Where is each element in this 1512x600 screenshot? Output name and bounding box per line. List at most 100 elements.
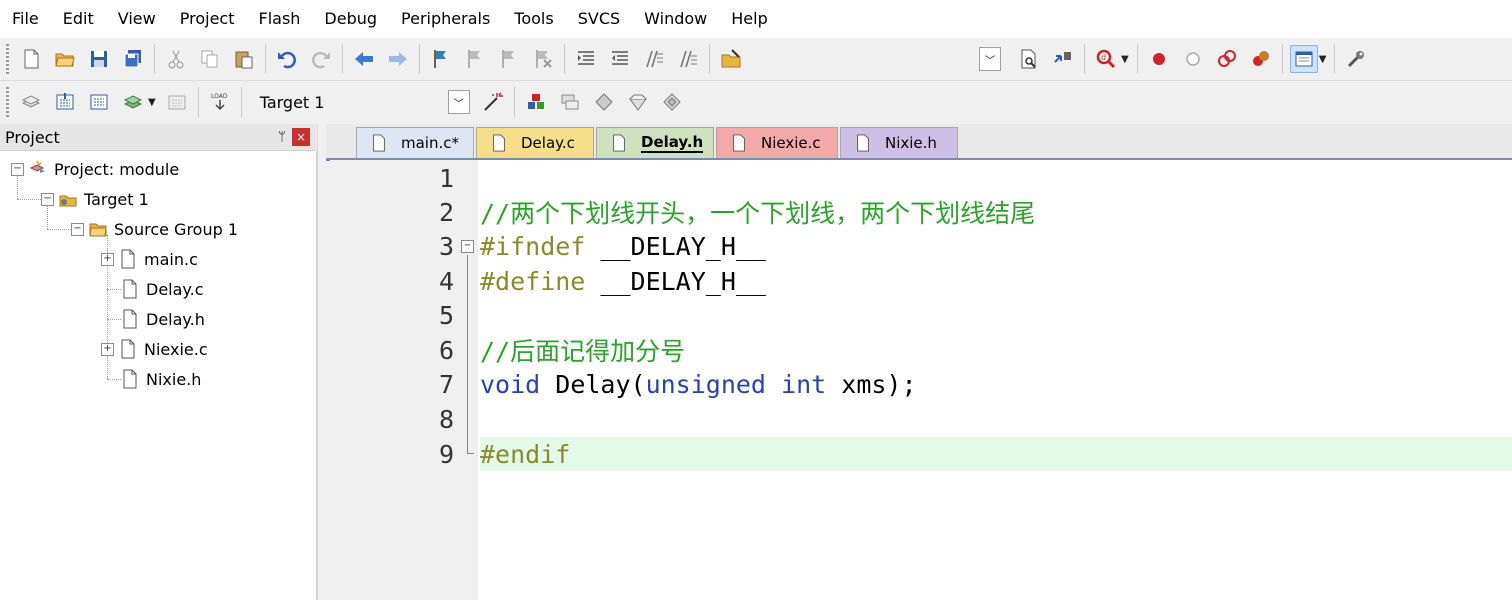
toolbar-separator (197, 87, 199, 117)
copy-button[interactable] (196, 45, 224, 73)
code-editor[interactable]: 1 2 //两个下划线开头，一个下划线，两个下划线结尾 3 − #ifndef … (330, 160, 1512, 600)
tab-delay-h[interactable]: Delay.h (596, 127, 714, 158)
clear-bookmarks-button[interactable] (529, 45, 557, 73)
pack-installer-button[interactable] (624, 88, 652, 116)
debug-session-button[interactable]: d (1092, 45, 1120, 73)
tree-item-group[interactable]: − Source Group 1 (71, 217, 238, 241)
menu-peripherals[interactable]: Peripherals (389, 0, 502, 38)
fold-collapse-icon[interactable]: − (461, 240, 474, 253)
insert-bookmark-button[interactable] (427, 45, 455, 73)
prev-bookmark-button[interactable] (461, 45, 489, 73)
save-button[interactable] (85, 45, 113, 73)
target-options-button[interactable] (479, 88, 507, 116)
cut-button[interactable] (162, 45, 190, 73)
select-packs-button[interactable] (590, 88, 618, 116)
collapse-icon[interactable]: − (41, 192, 54, 206)
menu-help[interactable]: Help (719, 0, 779, 38)
uncomment-button[interactable] (674, 45, 702, 73)
dropdown-arrow-icon[interactable]: ▼ (148, 97, 156, 108)
translate-button[interactable] (17, 88, 45, 116)
tab-delay-c[interactable]: Delay.c (476, 127, 594, 158)
build-button[interactable] (51, 88, 79, 116)
collapse-icon[interactable]: − (11, 162, 24, 176)
expand-icon[interactable]: + (101, 252, 114, 266)
undo-button[interactable] (273, 45, 301, 73)
next-bookmark-button[interactable] (495, 45, 523, 73)
project-panel-title: Project (5, 127, 60, 147)
window-layout-button[interactable] (1289, 45, 1318, 73)
download-button[interactable]: LOAD (206, 88, 234, 116)
batch-build-button[interactable] (119, 88, 147, 116)
indent-button[interactable] (572, 45, 600, 73)
tab-main-c[interactable]: main.c* (356, 127, 474, 158)
incremental-find-button[interactable] (1049, 45, 1077, 73)
enable-breakpoint-button[interactable] (1179, 45, 1207, 73)
save-all-button[interactable] (119, 45, 147, 73)
find-button[interactable] (1015, 45, 1043, 73)
code-line-8[interactable]: 8 (330, 402, 1512, 436)
panel-splitter[interactable] (317, 124, 327, 600)
rebuild-button[interactable] (85, 88, 113, 116)
tree-item-label: Source Group 1 (114, 219, 239, 239)
code-line-2[interactable]: 2 //两个下划线开头，一个下划线，两个下划线结尾 (330, 195, 1512, 229)
tab-nixie-h[interactable]: Nixie.h (840, 127, 958, 158)
configure-button[interactable] (1342, 45, 1370, 73)
menu-edit[interactable]: Edit (51, 0, 106, 38)
menu-svcs[interactable]: SVCS (566, 0, 632, 38)
menu-view[interactable]: View (106, 0, 168, 38)
comment-button[interactable] (640, 45, 668, 73)
tree-item-file[interactable]: + Niexie.c (101, 337, 208, 361)
menu-window[interactable]: Window (632, 0, 719, 38)
tree-item-file[interactable]: + main.c (101, 247, 198, 271)
manage-components-button[interactable] (556, 88, 584, 116)
manage-project-items-button[interactable] (522, 88, 550, 116)
run-time-env-button[interactable] (658, 88, 686, 116)
code-line-1[interactable]: 1 (330, 161, 1512, 195)
close-icon[interactable]: × (292, 128, 310, 146)
find-arrows-icon (1054, 52, 1071, 63)
target-select[interactable]: Target 1 ﹀ (252, 87, 470, 117)
code-line-3[interactable]: 3 − #ifndef __DELAY_H__ (330, 229, 1512, 263)
navigate-back-button[interactable] (350, 45, 378, 73)
breakpoint-icon (1152, 53, 1165, 65)
code-line-9[interactable]: 9 #endif (330, 437, 1512, 471)
dropdown-arrow-icon[interactable]: ▼ (1121, 54, 1129, 65)
menu-project[interactable]: Project (168, 0, 247, 38)
dropdown-arrow-icon[interactable]: ▼ (1319, 54, 1327, 65)
disable-breakpoints-button[interactable] (1213, 45, 1241, 73)
menu-file[interactable]: File (0, 0, 51, 38)
code-line-6[interactable]: 6 //后面记得加分号 (330, 333, 1512, 367)
find-in-files-button[interactable] (717, 45, 745, 73)
code-line-5[interactable]: 5 (330, 298, 1512, 332)
tab-niexie-c[interactable]: Niexie.c (716, 127, 838, 158)
insert-breakpoint-button[interactable] (1145, 45, 1173, 73)
bookmark-next-icon (502, 50, 514, 68)
unindent-button[interactable] (606, 45, 634, 73)
paste-button[interactable] (230, 45, 258, 73)
tree-item-label: Delay.h (146, 309, 205, 329)
menu-debug[interactable]: Debug (312, 0, 389, 38)
file-icon (120, 279, 140, 299)
collapse-icon[interactable]: − (71, 222, 84, 236)
new-file-button[interactable] (17, 45, 45, 73)
toolbar-grip[interactable] (6, 44, 9, 74)
tree-item-file[interactable]: Delay.c (120, 277, 203, 301)
menu-tools[interactable]: Tools (502, 0, 565, 38)
tree-item-file[interactable]: Nixie.h (120, 367, 201, 391)
stop-build-button[interactable] (163, 88, 191, 116)
find-combo[interactable]: ﹀ (972, 45, 1008, 73)
code-line-7[interactable]: 7 void Delay(unsigned int xms); (330, 367, 1512, 401)
redo-button[interactable] (307, 45, 335, 73)
pin-icon[interactable]: ᛘ (272, 130, 292, 145)
expand-icon[interactable]: + (101, 342, 114, 356)
gem-icon (628, 94, 647, 111)
navigate-forward-button[interactable] (384, 45, 412, 73)
kill-breakpoints-button[interactable] (1247, 45, 1275, 73)
open-file-button[interactable] (51, 45, 79, 73)
tree-item-project[interactable]: − Project: module (11, 157, 179, 181)
code-line-4[interactable]: 4 #define __DELAY_H__ (330, 264, 1512, 298)
toolbar-grip[interactable] (6, 87, 9, 117)
menu-flash[interactable]: Flash (246, 0, 312, 38)
tree-item-target[interactable]: − Target 1 (41, 187, 149, 211)
tree-item-file[interactable]: Delay.h (120, 307, 205, 331)
